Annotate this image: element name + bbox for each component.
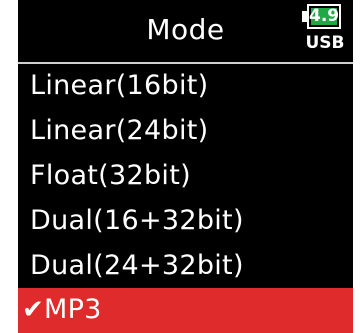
device-screen: Mode 4.9 USB Linear(16bit) Linear(24bit)… [18,0,353,333]
battery-level: 4.9 [309,6,340,26]
option-dual-24-32bit[interactable]: Dual(24+32bit) [18,243,353,288]
option-linear-24bit[interactable]: Linear(24bit) [18,109,353,154]
checkmark-icon: ✔ [22,295,45,326]
option-linear-16bit[interactable]: Linear(16bit) [18,64,353,109]
option-label: MP3 [44,294,102,326]
option-mp3[interactable]: ✔ MP3 [18,287,353,333]
header-bar: Mode 4.9 USB [18,0,353,64]
option-label: Dual(24+32bit) [30,249,244,281]
option-label: Float(32bit) [30,159,191,191]
option-float-32bit[interactable]: Float(32bit) [18,154,353,199]
option-label: Dual(16+32bit) [30,204,244,236]
power-source-label: USB [305,33,345,53]
battery-icon: 4.9 [307,4,341,29]
mode-option-list: Linear(16bit) Linear(24bit) Float(32bit)… [18,64,353,333]
option-label: Linear(24bit) [30,115,209,147]
option-dual-16-32bit[interactable]: Dual(16+32bit) [18,198,353,243]
option-label: Linear(16bit) [30,70,209,102]
